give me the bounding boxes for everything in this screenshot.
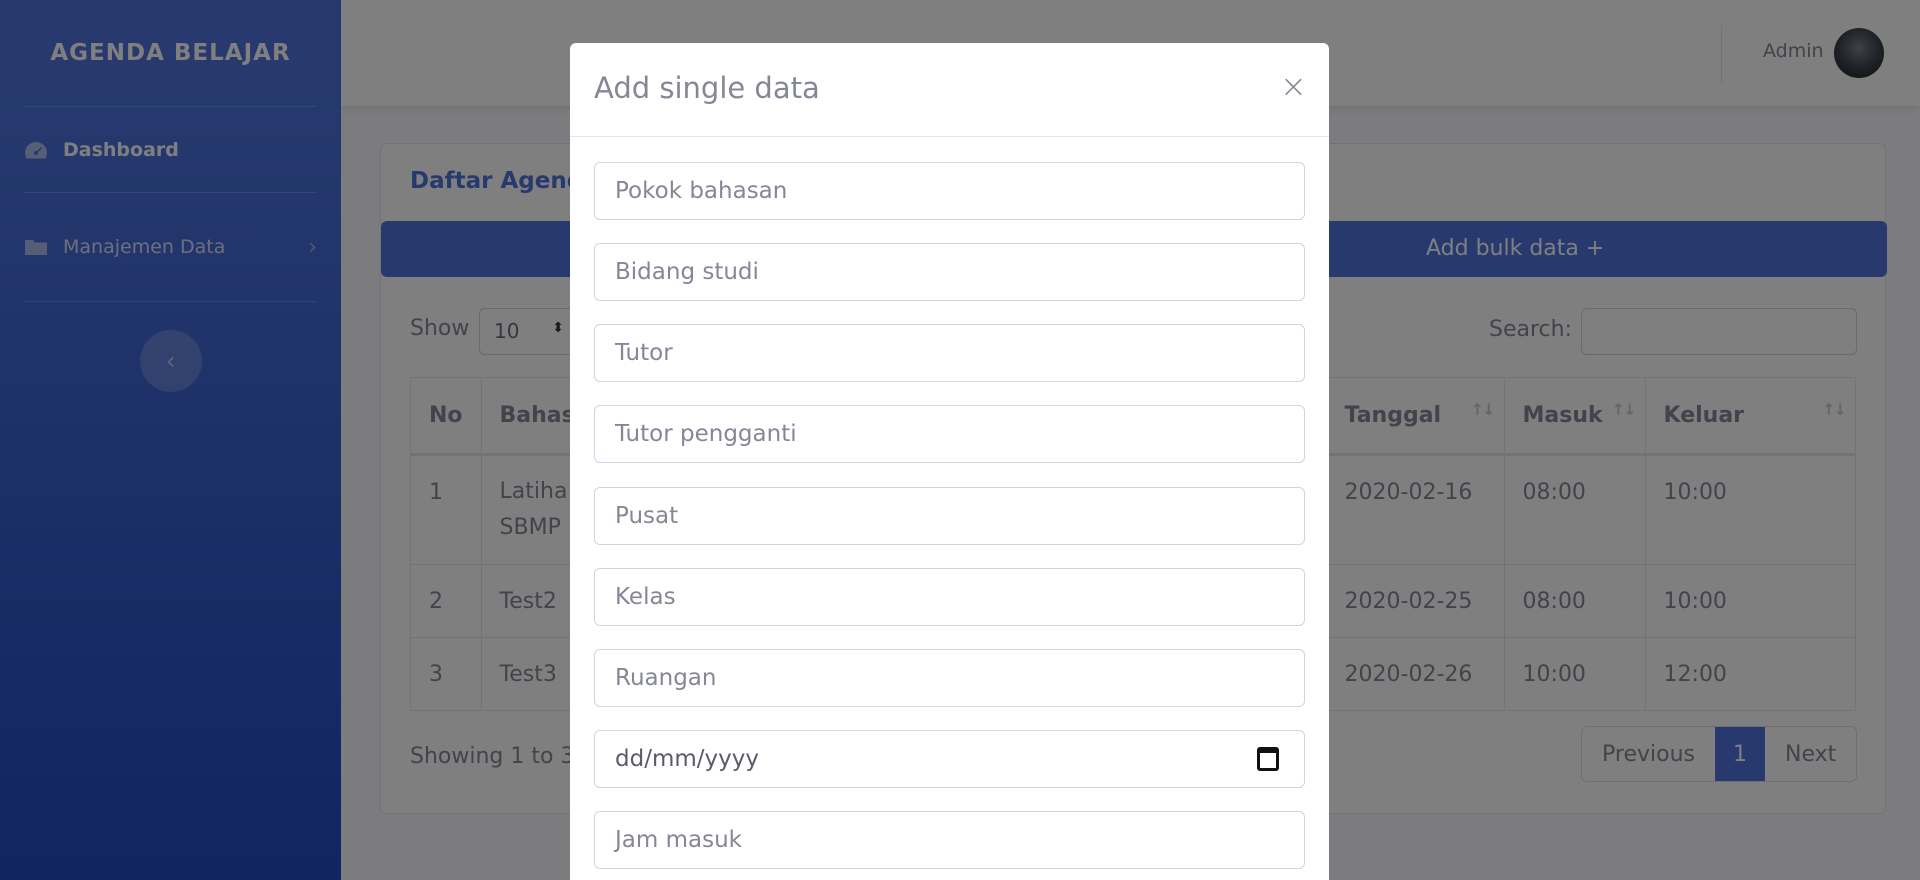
pokok-bahasan-input[interactable]: Pokok bahasan: [594, 162, 1305, 220]
ruangan-input[interactable]: Ruangan: [594, 649, 1305, 707]
pusat-input[interactable]: Pusat: [594, 487, 1305, 545]
date-placeholder: dd/mm/yyyy: [615, 746, 759, 772]
jam-masuk-input[interactable]: Jam masuk: [594, 811, 1305, 869]
tutor-input[interactable]: Tutor: [594, 324, 1305, 382]
add-single-data-modal: Add single data × Pokok bahasan Bidang s…: [570, 43, 1329, 880]
modal-title: Add single data: [594, 71, 820, 105]
kelas-input[interactable]: Kelas: [594, 568, 1305, 626]
modal-header: Add single data ×: [570, 43, 1329, 137]
bidang-studi-input[interactable]: Bidang studi: [594, 243, 1305, 301]
calendar-icon[interactable]: [1257, 747, 1279, 771]
tutor-pengganti-input[interactable]: Tutor pengganti: [594, 405, 1305, 463]
close-icon[interactable]: ×: [1280, 67, 1307, 105]
tanggal-date-input[interactable]: dd/mm/yyyy: [594, 730, 1305, 788]
